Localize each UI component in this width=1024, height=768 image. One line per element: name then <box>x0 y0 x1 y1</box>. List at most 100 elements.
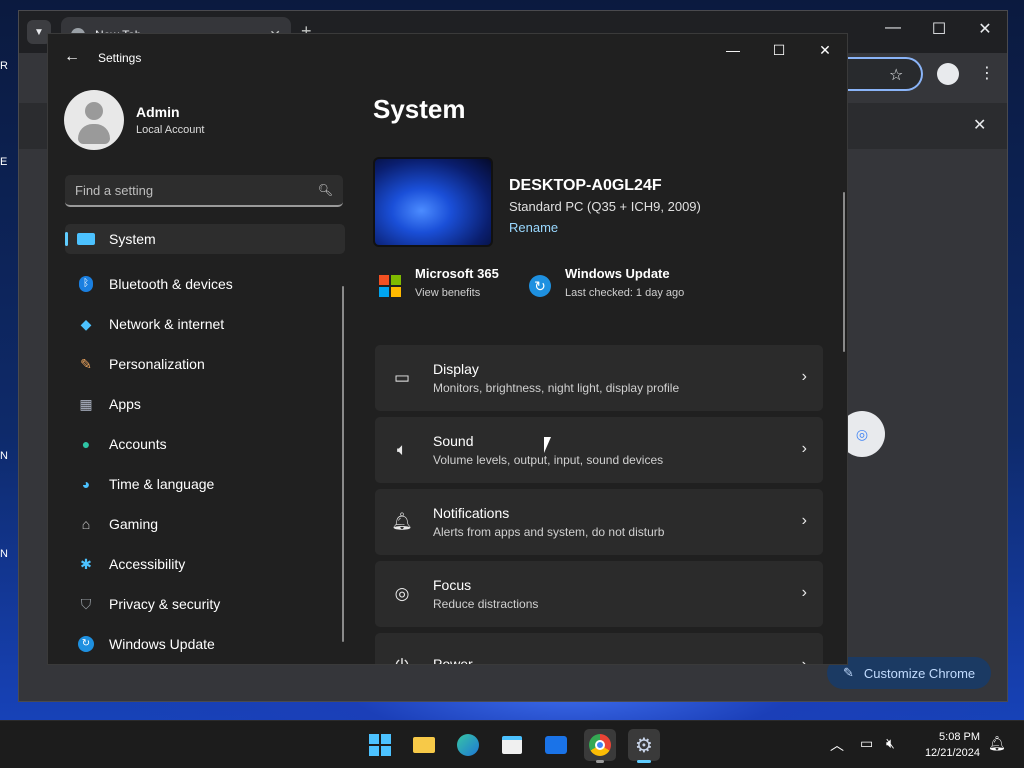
close-icon[interactable]: ✕ <box>973 19 997 39</box>
sidebar-item-personalization[interactable]: ✎ Personalization <box>65 344 345 384</box>
sidebar-item-accessibility[interactable]: ✱ Accessibility <box>65 544 345 584</box>
user-account-type: Local Account <box>136 124 205 136</box>
sidebar-item-label: Bluetooth & devices <box>109 276 233 292</box>
microsoft-365-tile[interactable]: Microsoft 365 View benefits <box>379 266 499 299</box>
taskbar: ⚙ ︿ ▭ 🔇︎ 5:08 PM 12/21/2024 🔔︎ <box>0 720 1024 768</box>
search-placeholder: Find a setting <box>75 182 154 198</box>
speaker-icon: 🔈︎ <box>396 440 408 459</box>
chevron-right-icon: › <box>801 440 807 457</box>
chevron-right-icon: › <box>801 656 807 665</box>
back-arrow-icon[interactable]: ← <box>64 48 80 66</box>
desktop-icon-label[interactable]: N <box>0 450 18 474</box>
store-icon <box>502 736 522 754</box>
sidebar-item-privacy[interactable]: ⛉ Privacy & security <box>65 584 345 624</box>
volume-muted-icon[interactable]: 🔇︎ <box>886 735 895 752</box>
avatar <box>64 90 124 150</box>
settings-window: ← Settings — ☐ ✕ Admin Local Account Fin… <box>47 33 848 665</box>
card-description: Monitors, brightness, night light, displ… <box>433 381 680 395</box>
rename-link[interactable]: Rename <box>509 220 558 235</box>
windows-logo-icon <box>369 734 391 756</box>
edge-button[interactable] <box>452 729 484 761</box>
power-card[interactable]: ⏻ Power › <box>375 633 823 665</box>
notifications-card[interactable]: 🔔︎ Notifications Alerts from apps and sy… <box>375 489 823 555</box>
device-model: Standard PC (Q35 + ICH9, 2009) <box>509 199 701 214</box>
card-title: Notifications <box>433 505 510 521</box>
device-name: DESKTOP-A0GL24F <box>509 177 662 194</box>
desktop-icon-label[interactable]: E <box>0 156 18 180</box>
maximize-icon[interactable]: ☐ <box>927 19 951 39</box>
address-bar[interactable] <box>847 57 923 91</box>
accounts-icon: ● <box>81 436 91 452</box>
card-description: Reduce distractions <box>433 597 539 611</box>
settings-card-list: ▭ Display Monitors, brightness, night li… <box>375 345 823 665</box>
profile-avatar-icon[interactable] <box>937 63 959 85</box>
chevron-down-icon: ▼ <box>34 26 44 38</box>
focus-icon: ◎ <box>394 584 410 603</box>
globe-clock-icon: ◕ <box>81 476 91 492</box>
show-hidden-icons-chevron-icon[interactable]: ︿ <box>830 735 844 755</box>
chevron-right-icon: › <box>801 368 807 385</box>
brush-icon: ✎ <box>80 355 92 372</box>
search-input[interactable]: Find a setting 🔍︎ <box>65 175 343 207</box>
customize-chrome-button[interactable]: ✎ Customize Chrome <box>827 657 991 689</box>
quick-subtitle: View benefits <box>415 287 481 299</box>
sidebar-item-system[interactable]: System <box>65 224 345 254</box>
clock-date: 12/21/2024 <box>924 747 980 759</box>
chevron-right-icon: › <box>801 512 807 529</box>
network-status-icon[interactable]: ▭ <box>860 735 873 752</box>
gamepad-icon: ⌂ <box>81 516 91 532</box>
sidebar-item-label: Network & internet <box>109 316 225 332</box>
sidebar-scrollbar[interactable] <box>342 286 344 642</box>
bookmark-star-icon[interactable]: ☆ <box>889 65 903 85</box>
chrome-taskbar-button[interactable] <box>584 729 616 763</box>
sidebar-item-accounts[interactable]: ● Accounts <box>65 424 345 464</box>
page-title: System <box>373 94 466 124</box>
sidebar-item-label: Windows Update <box>109 636 215 652</box>
card-title: Power <box>433 656 473 665</box>
clock-time: 5:08 PM <box>939 731 980 743</box>
device-wallpaper-thumbnail <box>373 157 493 247</box>
settings-taskbar-button[interactable]: ⚙ <box>628 729 660 763</box>
accessibility-icon: ✱ <box>80 555 92 572</box>
chrome-menu-icon[interactable]: ⋮ <box>979 63 995 83</box>
bluetooth-icon: ᛒ <box>75 275 97 293</box>
taskbar-clock[interactable]: 5:08 PM 12/21/2024 <box>914 729 980 761</box>
search-icon: 🔍︎ <box>317 183 333 197</box>
outlook-button[interactable] <box>540 729 572 761</box>
desktop-icon-label[interactable]: N <box>0 548 18 572</box>
minimize-icon[interactable]: — <box>881 19 905 37</box>
chevron-right-icon: › <box>801 584 807 601</box>
windows-update-tile[interactable]: ↻ Windows Update Last checked: 1 day ago <box>529 266 684 299</box>
sidebar-item-label: Apps <box>109 396 141 412</box>
sidebar-item-windows-update[interactable]: ↻ Windows Update <box>65 624 345 664</box>
start-button[interactable] <box>364 729 396 761</box>
customize-chrome-label: Customize Chrome <box>863 665 976 681</box>
sound-card[interactable]: 🔈︎ Sound Volume levels, output, input, s… <box>375 417 823 483</box>
content-scrollbar[interactable] <box>843 192 845 352</box>
card-title: Display <box>433 361 479 377</box>
sidebar-item-time-language[interactable]: ◕ Time & language <box>65 464 345 504</box>
chrome-icon <box>589 734 611 756</box>
sidebar-item-label: Personalization <box>109 356 205 372</box>
sidebar-item-label: Gaming <box>109 516 159 532</box>
display-card[interactable]: ▭ Display Monitors, brightness, night li… <box>375 345 823 411</box>
close-infobar-icon[interactable]: ✕ <box>973 115 986 135</box>
notification-bell-icon[interactable]: 🔔︎ <box>988 735 1006 752</box>
user-name: Admin <box>136 104 180 120</box>
desktop-icon-label[interactable]: R <box>0 60 18 84</box>
user-profile[interactable]: Admin Local Account <box>64 90 205 150</box>
display-icon: ▭ <box>393 368 411 387</box>
microsoft-logo-icon <box>379 275 401 297</box>
focus-card[interactable]: ◎ Focus Reduce distractions › <box>375 561 823 627</box>
sidebar-item-network[interactable]: ◆ Network & internet <box>65 304 345 344</box>
bell-icon: 🔔︎ <box>391 512 413 531</box>
sidebar-item-apps[interactable]: ▦ Apps <box>65 384 345 424</box>
sidebar-item-bluetooth[interactable]: ᛒ Bluetooth & devices <box>65 264 345 304</box>
system-icon <box>75 230 97 248</box>
store-button[interactable] <box>496 729 528 761</box>
update-icon: ↻ <box>75 635 97 653</box>
system-page: System DESKTOP-A0GL24F Standard PC (Q35 … <box>373 34 847 665</box>
sidebar-item-gaming[interactable]: ⌂ Gaming <box>65 504 345 544</box>
sidebar-item-label: System <box>109 231 156 247</box>
file-explorer-button[interactable] <box>408 729 440 761</box>
